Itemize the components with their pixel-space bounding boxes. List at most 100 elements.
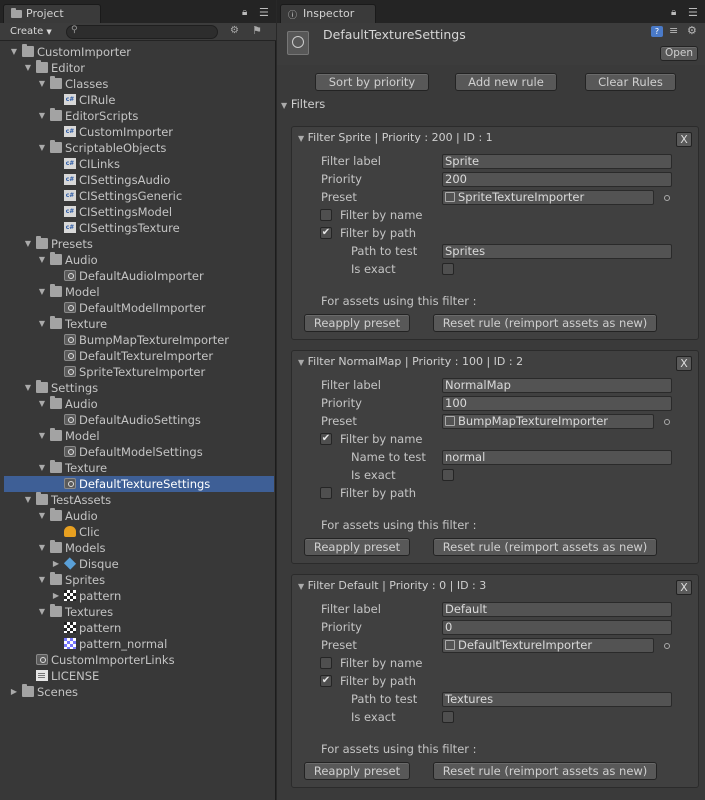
tree-item[interactable]: Clic: [4, 524, 274, 540]
tree-item[interactable]: ▼ Model: [4, 284, 274, 300]
tree-item[interactable]: ▼ Texture: [4, 460, 274, 476]
chevron-down-icon[interactable]: ▼: [36, 108, 48, 124]
chevron-down-icon[interactable]: ▼: [36, 76, 48, 92]
chevron-down-icon[interactable]: ▼: [36, 572, 48, 588]
preset-field[interactable]: BumpMapTextureImporter: [442, 414, 654, 429]
is-exact-checkbox[interactable]: [442, 263, 454, 275]
tree-item[interactable]: ▼ Sprites: [4, 572, 274, 588]
chevron-down-icon[interactable]: ▼: [22, 60, 34, 76]
chevron-down-icon[interactable]: ▼: [22, 236, 34, 252]
chevron-down-icon[interactable]: ▼: [36, 252, 48, 268]
name-to-test-field[interactable]: normal: [442, 450, 672, 465]
priority-field[interactable]: 200: [442, 172, 672, 187]
tree-item[interactable]: ▼ TestAssets: [4, 492, 274, 508]
tree-item[interactable]: SpriteTextureImporter: [4, 364, 274, 380]
remove-filter-button[interactable]: X: [676, 356, 692, 371]
preset-field[interactable]: DefaultTextureImporter: [442, 638, 654, 653]
tree-item[interactable]: ▼ Audio: [4, 396, 274, 412]
is-exact-checkbox[interactable]: [442, 469, 454, 481]
tree-item[interactable]: BumpMapTextureImporter: [4, 332, 274, 348]
tree-item[interactable]: ▶ Disque: [4, 556, 274, 572]
filter-by-name-checkbox[interactable]: [320, 209, 332, 221]
reset-rule-button[interactable]: Reset rule (reimport assets as new): [433, 538, 657, 556]
chevron-down-icon[interactable]: ▼: [36, 460, 48, 476]
tree-item[interactable]: ▼ Models: [4, 540, 274, 556]
tab-inspector[interactable]: ⓘ Inspector: [280, 4, 376, 23]
tree-item[interactable]: ▼ Settings: [4, 380, 274, 396]
tree-item[interactable]: ▶ Scenes: [4, 684, 274, 700]
tree-item[interactable]: ▼ ScriptableObjects: [4, 140, 274, 156]
filter-label-field[interactable]: NormalMap: [442, 378, 672, 393]
object-picker-icon[interactable]: [664, 419, 670, 425]
chevron-down-icon[interactable]: ▼: [36, 540, 48, 556]
tree-item[interactable]: c# CIRule: [4, 92, 274, 108]
tree-item[interactable]: ▼ Classes: [4, 76, 274, 92]
path-to-test-field[interactable]: Textures: [442, 692, 672, 707]
tree-item[interactable]: ▼ CustomImporter: [4, 44, 274, 60]
chevron-down-icon[interactable]: ▼: [36, 508, 48, 524]
object-picker-icon[interactable]: [664, 643, 670, 649]
tree-item[interactable]: DefaultModelImporter: [4, 300, 274, 316]
filter-by-name-checkbox[interactable]: ✔: [320, 433, 332, 445]
tree-item[interactable]: DefaultModelSettings: [4, 444, 274, 460]
chevron-right-icon[interactable]: ▶: [50, 588, 62, 604]
reapply-preset-button[interactable]: Reapply preset: [304, 538, 410, 556]
filter-header[interactable]: ▼ Filter Default | Priority : 0 | ID : 3: [298, 579, 486, 592]
gear-icon[interactable]: ⚙: [687, 24, 697, 37]
chevron-down-icon[interactable]: ▼: [22, 492, 34, 508]
tree-item[interactable]: c# CISettingsModel: [4, 204, 274, 220]
tree-item[interactable]: pattern_normal: [4, 636, 274, 652]
create-button[interactable]: Create ▼: [6, 25, 56, 39]
reapply-preset-button[interactable]: Reapply preset: [304, 314, 410, 332]
chevron-down-icon[interactable]: ▼: [36, 396, 48, 412]
sort-by-priority-button[interactable]: Sort by priority: [315, 73, 429, 91]
reset-rule-button[interactable]: Reset rule (reimport assets as new): [433, 314, 657, 332]
filter-by-label-icon[interactable]: ⚑: [252, 24, 262, 37]
tree-item[interactable]: ▶ pattern: [4, 588, 274, 604]
tree-item[interactable]: ▼ Textures: [4, 604, 274, 620]
add-new-rule-button[interactable]: Add new rule: [455, 73, 557, 91]
chevron-down-icon[interactable]: ▼: [36, 316, 48, 332]
priority-field[interactable]: 100: [442, 396, 672, 411]
tree-item[interactable]: ▼ Texture: [4, 316, 274, 332]
filters-foldout[interactable]: ▼ Filters: [281, 97, 325, 111]
chevron-right-icon[interactable]: ▶: [50, 556, 62, 572]
clear-rules-button[interactable]: Clear Rules: [585, 73, 676, 91]
tree-item[interactable]: ▼ EditorScripts: [4, 108, 274, 124]
help-icon[interactable]: ?: [651, 26, 663, 37]
remove-filter-button[interactable]: X: [676, 580, 692, 595]
priority-field[interactable]: 0: [442, 620, 672, 635]
tree-item[interactable]: ▼ Editor: [4, 60, 274, 76]
preset-field[interactable]: SpriteTextureImporter: [442, 190, 654, 205]
filter-by-name-checkbox[interactable]: [320, 657, 332, 669]
tree-item[interactable]: ▼ Audio: [4, 252, 274, 268]
menu-icon[interactable]: ☰: [259, 6, 269, 19]
tree-item[interactable]: CustomImporterLinks: [4, 652, 274, 668]
tree-item[interactable]: ▼ Presets: [4, 236, 274, 252]
filter-header[interactable]: ▼ Filter Sprite | Priority : 200 | ID : …: [298, 131, 493, 144]
tree-item[interactable]: c# CISettingsAudio: [4, 172, 274, 188]
filter-header[interactable]: ▼ Filter NormalMap | Priority : 100 | ID…: [298, 355, 523, 368]
tree-item[interactable]: c# CILinks: [4, 156, 274, 172]
chevron-right-icon[interactable]: ▶: [8, 684, 20, 700]
remove-filter-button[interactable]: X: [676, 132, 692, 147]
tree-item[interactable]: pattern: [4, 620, 274, 636]
filter-by-path-checkbox[interactable]: ✔: [320, 227, 332, 239]
tree-item[interactable]: DefaultTextureSettings: [4, 476, 274, 492]
chevron-down-icon[interactable]: ▼: [36, 604, 48, 620]
chevron-down-icon[interactable]: ▼: [36, 428, 48, 444]
tree-item[interactable]: DefaultAudioSettings: [4, 412, 274, 428]
tree-item[interactable]: ▼ Audio: [4, 508, 274, 524]
lock-icon[interactable]: 🔒︎: [242, 7, 247, 18]
tree-item[interactable]: DefaultTextureImporter: [4, 348, 274, 364]
filter-by-path-checkbox[interactable]: ✔: [320, 675, 332, 687]
open-button[interactable]: Open: [660, 46, 698, 61]
tree-item[interactable]: c# CISettingsGeneric: [4, 188, 274, 204]
chevron-down-icon[interactable]: ▼: [22, 380, 34, 396]
chevron-down-icon[interactable]: ▼: [36, 284, 48, 300]
tree-item[interactable]: DefaultAudioImporter: [4, 268, 274, 284]
tab-project[interactable]: Project: [3, 4, 101, 23]
tree-item[interactable]: ▼ Model: [4, 428, 274, 444]
is-exact-checkbox[interactable]: [442, 711, 454, 723]
object-picker-icon[interactable]: [664, 195, 670, 201]
